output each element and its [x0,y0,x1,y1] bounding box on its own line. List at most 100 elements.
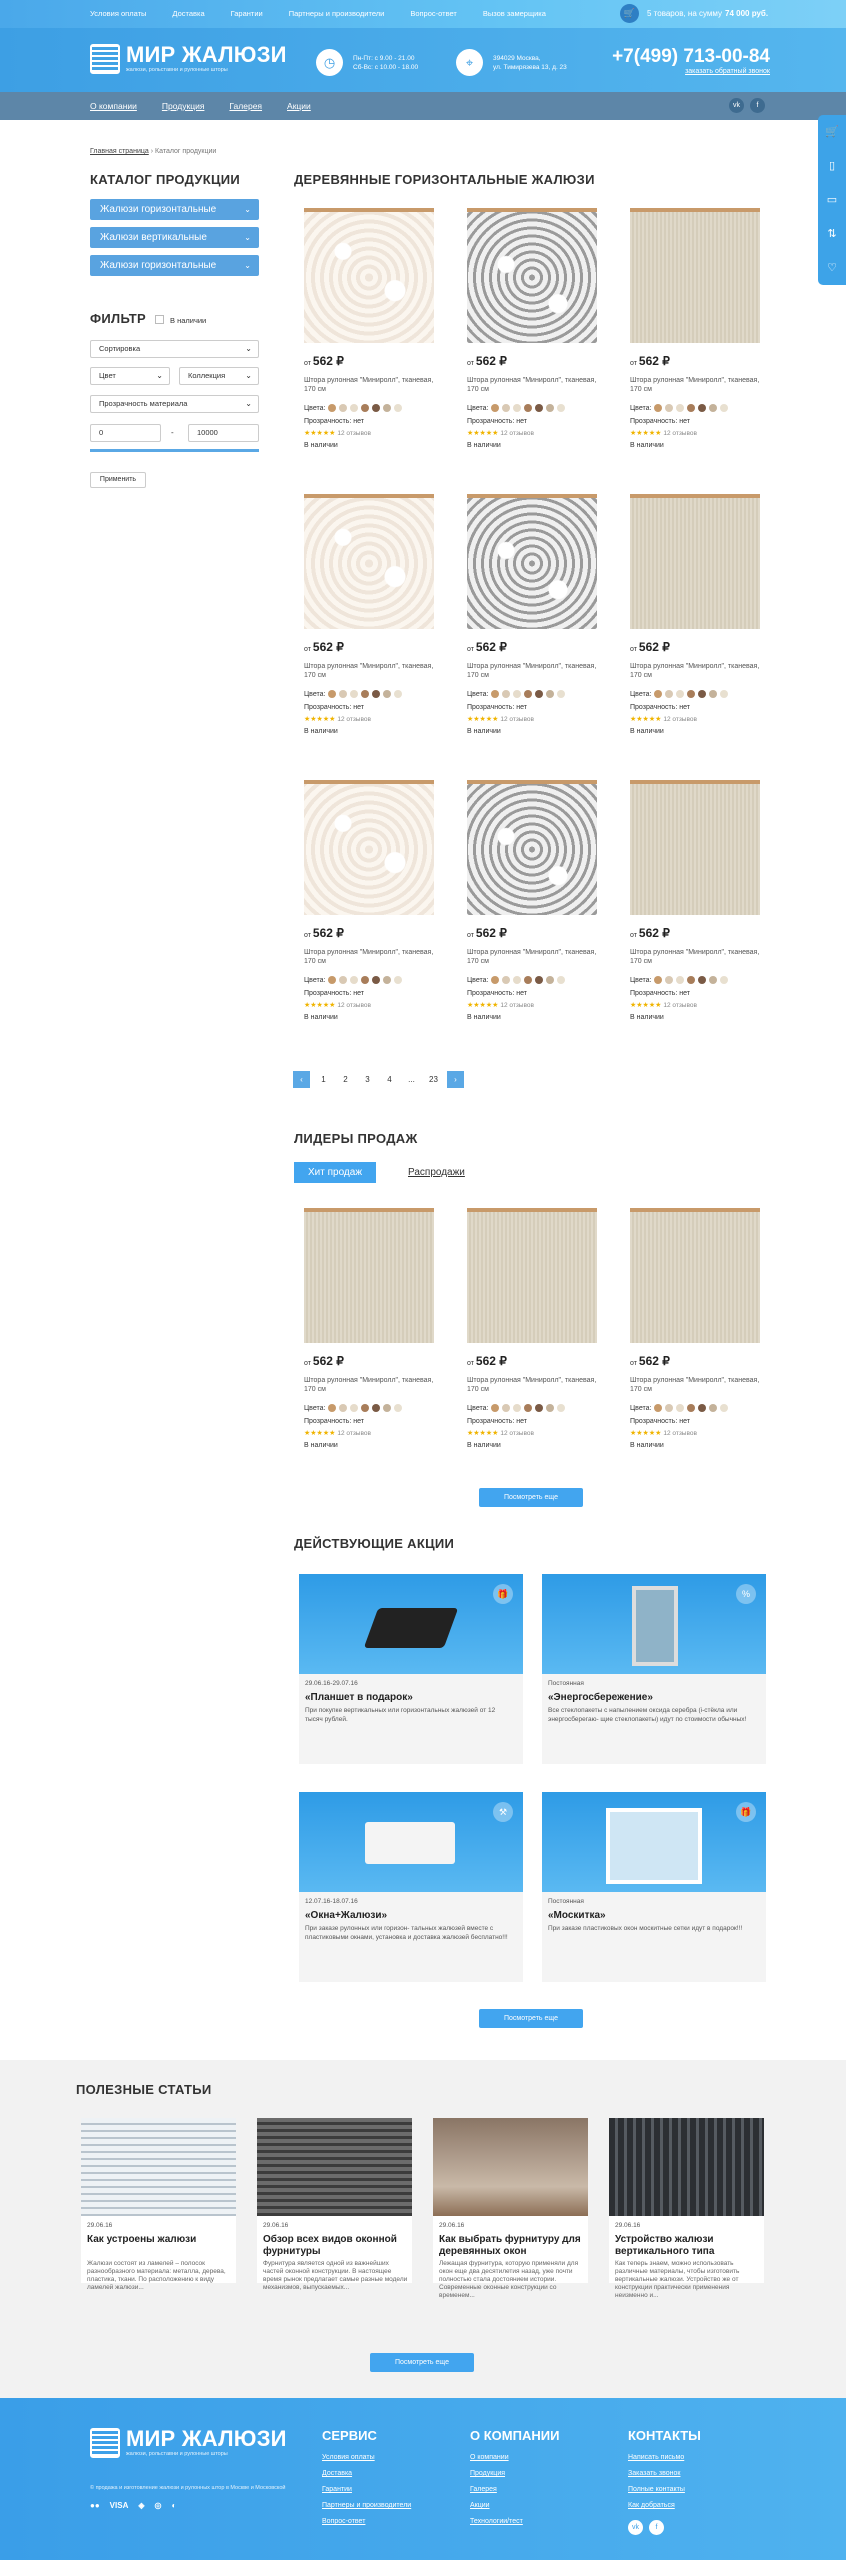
page-23[interactable]: 23 [425,1071,442,1088]
color-swatch[interactable] [350,690,359,698]
color-swatch[interactable] [383,976,392,984]
color-swatch[interactable] [328,690,337,698]
promo-card[interactable]: ⚒ 12.07.16-18.07.16 «Окна+Жалюзи» При за… [299,1792,523,1982]
tab-sales[interactable]: Распродажи [394,1162,479,1183]
tab-hits[interactable]: Хит продаж [294,1162,377,1183]
in-stock-checkbox[interactable] [155,315,164,324]
product-card[interactable]: от 562 ₽ Штора рулонная "Миниролл", ткане… [457,494,597,739]
color-swatch[interactable] [557,404,566,412]
review-count[interactable]: 12 отзывов [500,1002,534,1009]
color-swatch[interactable] [491,690,500,698]
logo[interactable]: МИР ЖАЛЮЗИ жалюзи, рольставни и рулонные… [90,44,287,74]
color-swatch[interactable] [665,976,674,984]
color-swatch[interactable] [557,1404,566,1412]
product-card[interactable]: от 562 ₽ Штора рулонная "Миниролл", ткане… [294,494,434,739]
color-swatch[interactable] [394,976,403,984]
product-card[interactable]: от 562 ₽ Штора рулонная "Миниролл", ткане… [457,1208,597,1453]
color-swatch[interactable] [383,690,392,698]
color-swatch[interactable] [524,690,533,698]
product-name[interactable]: Штора рулонная "Миниролл", тканевая, 170… [304,948,434,966]
compare-tool-icon[interactable]: ⇅ [818,217,846,251]
color-swatch[interactable] [687,404,696,412]
color-swatch[interactable] [513,404,522,412]
cart-summary[interactable]: 🛒 5 товаров, на сумму 74 000 руб. [620,4,768,23]
color-swatch[interactable] [361,976,370,984]
color-swatch[interactable] [676,976,685,984]
color-swatch[interactable] [709,1404,718,1412]
footer-link[interactable]: Акции [470,2498,523,2514]
heart-tool-icon[interactable]: ♡ [818,251,846,285]
color-swatch[interactable] [654,690,663,698]
color-swatch[interactable] [524,1404,533,1412]
color-swatch[interactable] [535,976,544,984]
promo-card[interactable]: 🎁 29.06.16-29.07.16 «Планшет в подарок» … [299,1574,523,1764]
color-swatch[interactable] [535,690,544,698]
color-swatch[interactable] [502,976,511,984]
nav-products[interactable]: Продукция [162,101,205,111]
color-swatch[interactable] [535,1404,544,1412]
footer-link[interactable]: Доставка [322,2466,411,2482]
color-swatch[interactable] [720,404,729,412]
article-card[interactable]: 29.06.16 Как выбрать фурнитуру для дерев… [433,2118,588,2299]
product-image[interactable] [304,494,434,629]
color-swatch[interactable] [546,690,555,698]
color-swatch[interactable] [654,976,663,984]
footer-link[interactable]: Условия оплаты [322,2450,411,2466]
product-image[interactable] [304,780,434,915]
color-swatch[interactable] [720,976,729,984]
product-image[interactable] [630,780,760,915]
product-name[interactable]: Штора рулонная "Миниролл", тканевая, 170… [304,376,434,394]
color-swatch[interactable] [665,690,674,698]
footer-link[interactable]: О компании [470,2450,523,2466]
review-count[interactable]: 12 отзывов [663,716,697,723]
color-swatch[interactable] [361,690,370,698]
product-card[interactable]: от 562 ₽ Штора рулонная "Миниролл", ткане… [620,1208,760,1453]
review-count[interactable]: 12 отзывов [663,1002,697,1009]
color-swatch[interactable] [720,690,729,698]
color-swatch[interactable] [676,404,685,412]
color-swatch[interactable] [502,1404,511,1412]
articles-more-button[interactable]: Посмотреть еще [370,2353,474,2372]
chat-tool-icon[interactable]: ▭ [818,183,846,217]
catalog-item-vertical[interactable]: Жалюзи вертикальные ⌄ [90,227,259,248]
color-swatch[interactable] [502,404,511,412]
color-swatch[interactable] [350,404,359,412]
top-link-payment[interactable]: Условия оплаты [90,9,146,18]
product-image[interactable] [467,780,597,915]
next-page-button[interactable]: › [447,1071,464,1088]
color-swatch[interactable] [654,404,663,412]
color-swatch[interactable] [687,690,696,698]
review-count[interactable]: 12 отзывов [337,430,371,437]
color-swatch[interactable] [339,690,348,698]
product-name[interactable]: Штора рулонная "Миниролл", тканевая, 170… [467,662,597,680]
nav-promos[interactable]: Акции [287,101,311,111]
product-card[interactable]: от 562 ₽ Штора рулонная "Миниролл", ткане… [620,208,760,453]
price-max-input[interactable]: 10000 [188,424,259,442]
page-1[interactable]: 1 [315,1071,332,1088]
color-swatch[interactable] [546,1404,555,1412]
color-swatch[interactable] [339,976,348,984]
color-swatch[interactable] [665,404,674,412]
product-card[interactable]: от 562 ₽ Штора рулонная "Миниролл", ткане… [294,780,434,1025]
product-card[interactable]: от 562 ₽ Штора рулонная "Миниролл", ткане… [457,780,597,1025]
color-swatch[interactable] [720,1404,729,1412]
product-card[interactable]: от 562 ₽ Штора рулонная "Миниролл", ткане… [294,208,434,453]
footer-link[interactable]: Галерея [470,2482,523,2498]
product-image[interactable] [467,494,597,629]
color-swatch[interactable] [350,976,359,984]
color-swatch[interactable] [687,976,696,984]
sort-select[interactable]: Сортировка ⌄ [90,340,259,358]
color-swatch[interactable] [372,690,381,698]
article-card[interactable]: 29.06.16 Как устроены жалюзи Жалюзи сост… [81,2118,236,2291]
color-swatch[interactable] [491,1404,500,1412]
catalog-item-horizontal-2[interactable]: Жалюзи горизонтальные ⌄ [90,255,259,276]
review-count[interactable]: 12 отзывов [337,716,371,723]
color-swatch[interactable] [654,1404,663,1412]
footer-link[interactable]: Полные контакты [628,2482,685,2498]
color-swatch[interactable] [361,1404,370,1412]
color-swatch[interactable] [546,404,555,412]
top-link-warranty[interactable]: Гарантии [231,9,263,18]
color-swatch[interactable] [339,404,348,412]
top-link-partners[interactable]: Партнеры и производители [289,9,385,18]
color-swatch[interactable] [394,690,403,698]
